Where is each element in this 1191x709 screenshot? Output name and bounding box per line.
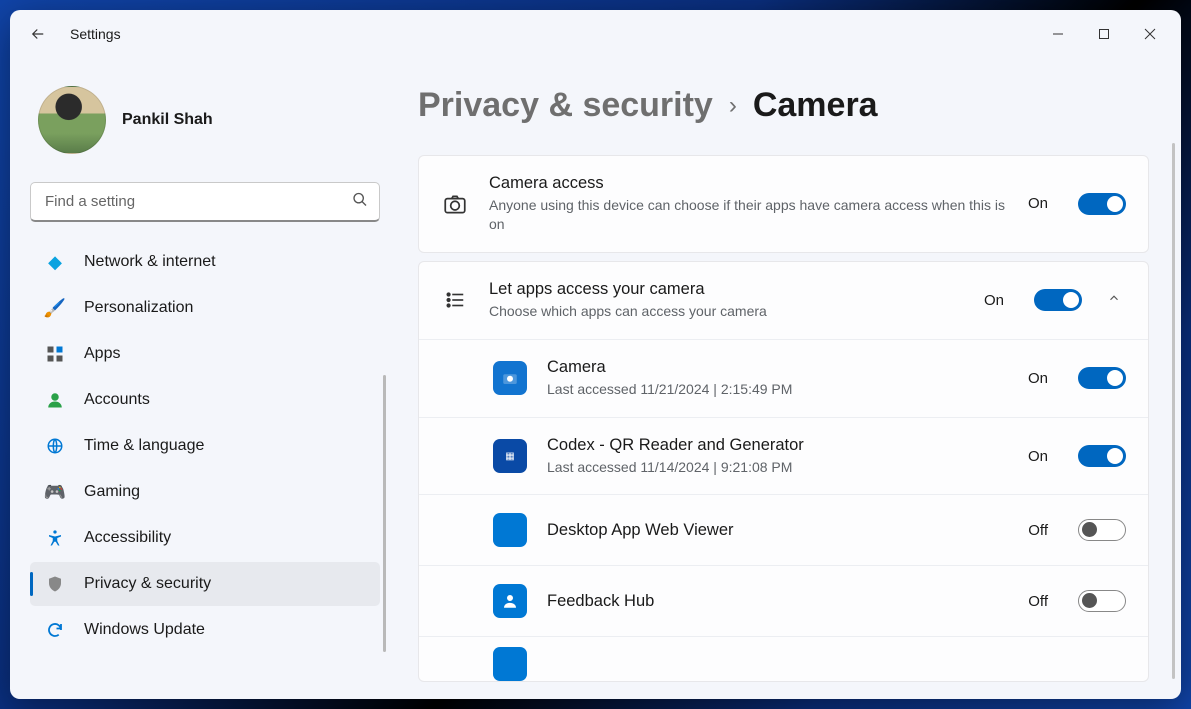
back-button[interactable] bbox=[18, 14, 58, 54]
close-button[interactable] bbox=[1127, 18, 1173, 50]
sidebar-item-label: Network & internet bbox=[84, 253, 216, 271]
sidebar-item-label: Apps bbox=[84, 345, 120, 363]
arrow-left-icon bbox=[29, 25, 47, 43]
chevron-up-icon[interactable] bbox=[1102, 291, 1126, 310]
sidebar: Pankil Shah ◆ Network & internet 🖌️ Pers… bbox=[10, 58, 400, 699]
camera-access-toggle[interactable] bbox=[1078, 193, 1126, 215]
wifi-icon: ◆ bbox=[44, 251, 66, 273]
app-sub: Last accessed 11/21/2024 | 2:15:49 PM bbox=[547, 380, 1008, 399]
sidebar-item-gaming[interactable]: 🎮 Gaming bbox=[30, 470, 380, 514]
maximize-button[interactable] bbox=[1081, 18, 1127, 50]
app-row-partial bbox=[419, 637, 1148, 681]
app-toggle[interactable] bbox=[1078, 367, 1126, 389]
sidebar-item-apps[interactable]: Apps bbox=[30, 332, 380, 376]
sidebar-item-windows-update[interactable]: Windows Update bbox=[30, 608, 380, 652]
sidebar-item-accessibility[interactable]: Accessibility bbox=[30, 516, 380, 560]
toggle-state: Off bbox=[1028, 593, 1048, 610]
window-title: Settings bbox=[70, 26, 121, 42]
breadcrumb-parent[interactable]: Privacy & security bbox=[418, 86, 713, 125]
toggle-state: On bbox=[984, 292, 1004, 309]
app-icon bbox=[493, 584, 527, 618]
apps-icon bbox=[44, 343, 66, 365]
sidebar-item-label: Time & language bbox=[84, 437, 204, 455]
sidebar-scrollbar[interactable] bbox=[383, 375, 386, 652]
setting-desc: Anyone using this device can choose if t… bbox=[489, 196, 1008, 234]
globe-icon bbox=[44, 435, 66, 457]
sidebar-item-label: Windows Update bbox=[84, 621, 205, 639]
main-content: Privacy & security › Camera Camera acces… bbox=[400, 58, 1181, 699]
let-apps-toggle[interactable] bbox=[1034, 289, 1082, 311]
sidebar-item-network[interactable]: ◆ Network & internet bbox=[30, 240, 380, 284]
update-icon bbox=[44, 619, 66, 641]
user-name: Pankil Shah bbox=[122, 111, 213, 129]
sidebar-item-label: Accounts bbox=[84, 391, 150, 409]
nav: ◆ Network & internet 🖌️ Personalization … bbox=[30, 240, 380, 652]
content-scrollbar[interactable] bbox=[1172, 143, 1175, 679]
app-toggle[interactable] bbox=[1078, 590, 1126, 612]
app-name: Feedback Hub bbox=[547, 592, 1008, 611]
app-toggle[interactable] bbox=[1078, 445, 1126, 467]
app-row-feedback-hub: Feedback Hub Off bbox=[419, 566, 1148, 637]
sidebar-item-label: Personalization bbox=[84, 299, 193, 317]
settings-window: Settings Pankil Shah bbox=[10, 10, 1181, 699]
search-wrap bbox=[30, 182, 380, 222]
app-toggle[interactable] bbox=[1078, 519, 1126, 541]
titlebar: Settings bbox=[10, 10, 1181, 58]
breadcrumb: Privacy & security › Camera bbox=[418, 86, 1149, 125]
app-icon bbox=[493, 361, 527, 395]
camera-icon bbox=[441, 191, 469, 217]
sidebar-item-label: Gaming bbox=[84, 483, 140, 501]
maximize-icon bbox=[1098, 28, 1110, 40]
sidebar-item-label: Accessibility bbox=[84, 529, 171, 547]
toggle-state: On bbox=[1028, 448, 1048, 465]
list-icon bbox=[441, 289, 469, 311]
shield-icon bbox=[44, 573, 66, 595]
app-name: Codex - QR Reader and Generator bbox=[547, 436, 1008, 455]
sidebar-item-time-language[interactable]: Time & language bbox=[30, 424, 380, 468]
gaming-icon: 🎮 bbox=[44, 481, 66, 503]
camera-access-card: Camera access Anyone using this device c… bbox=[418, 155, 1149, 253]
app-name: Camera bbox=[547, 358, 1008, 377]
brush-icon: 🖌️ bbox=[44, 297, 66, 319]
chevron-right-icon: › bbox=[729, 92, 737, 120]
app-row-camera: Camera Last accessed 11/21/2024 | 2:15:4… bbox=[419, 340, 1148, 418]
app-row-desktop-webviewer: Desktop App Web Viewer Off bbox=[419, 495, 1148, 566]
sidebar-item-label: Privacy & security bbox=[84, 575, 211, 593]
setting-title: Let apps access your camera bbox=[489, 280, 964, 299]
window-controls bbox=[1035, 18, 1173, 50]
app-name: Desktop App Web Viewer bbox=[547, 521, 1008, 540]
let-apps-card: Let apps access your camera Choose which… bbox=[418, 261, 1149, 683]
toggle-state: On bbox=[1028, 195, 1048, 212]
toggle-state: On bbox=[1028, 370, 1048, 387]
sidebar-item-privacy-security[interactable]: Privacy & security bbox=[30, 562, 380, 606]
app-icon bbox=[493, 513, 527, 547]
app-row-codex: ▦ Codex - QR Reader and Generator Last a… bbox=[419, 418, 1148, 496]
setting-title: Camera access bbox=[489, 174, 1008, 193]
app-icon: ▦ bbox=[493, 439, 527, 473]
avatar bbox=[38, 86, 106, 154]
search-icon bbox=[352, 192, 368, 213]
minimize-icon bbox=[1052, 28, 1064, 40]
app-sub: Last accessed 11/14/2024 | 9:21:08 PM bbox=[547, 458, 1008, 477]
camera-access-row: Camera access Anyone using this device c… bbox=[419, 156, 1148, 252]
minimize-button[interactable] bbox=[1035, 18, 1081, 50]
setting-desc: Choose which apps can access your camera bbox=[489, 302, 964, 321]
profile-block[interactable]: Pankil Shah bbox=[30, 66, 380, 182]
accessibility-icon bbox=[44, 527, 66, 549]
app-icon bbox=[493, 647, 527, 681]
account-icon bbox=[44, 389, 66, 411]
sidebar-item-personalization[interactable]: 🖌️ Personalization bbox=[30, 286, 380, 330]
search-input[interactable] bbox=[30, 182, 380, 222]
let-apps-row[interactable]: Let apps access your camera Choose which… bbox=[419, 262, 1148, 340]
breadcrumb-current: Camera bbox=[753, 86, 878, 125]
toggle-state: Off bbox=[1028, 522, 1048, 539]
sidebar-item-accounts[interactable]: Accounts bbox=[30, 378, 380, 422]
close-icon bbox=[1144, 28, 1156, 40]
